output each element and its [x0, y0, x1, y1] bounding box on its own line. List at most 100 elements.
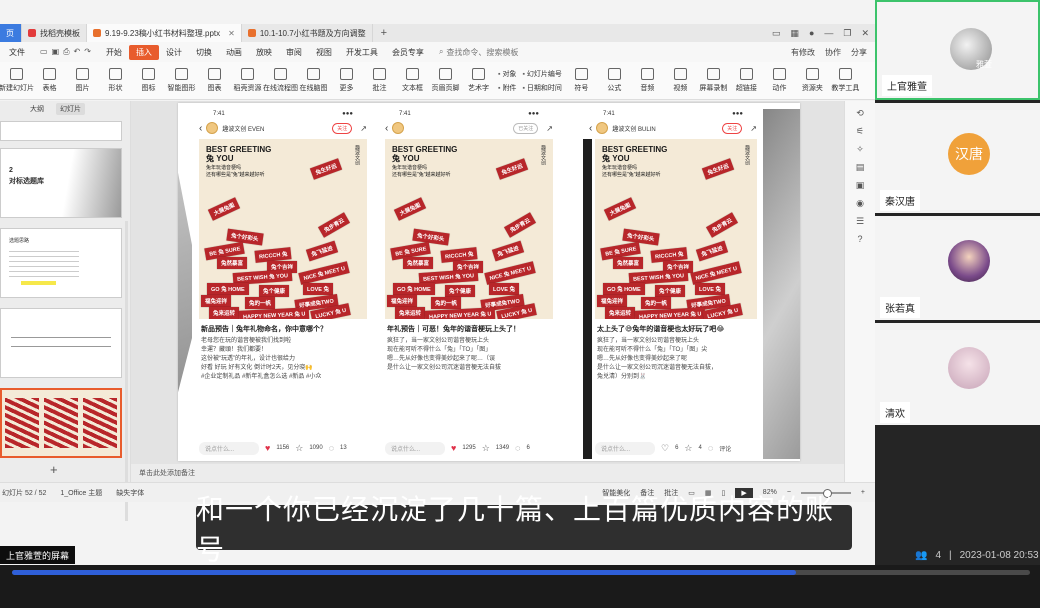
shape-button[interactable]: 形状 — [99, 63, 132, 99]
missing-font[interactable]: 缺失字体 — [116, 488, 144, 498]
comment-icon: ◌ — [515, 443, 521, 453]
docer-resource-button[interactable]: 稻壳资源 — [231, 63, 264, 99]
participant-card[interactable]: 张若真 — [875, 216, 1040, 320]
symbol-icon — [574, 68, 588, 80]
menu-member[interactable]: 会员专享 — [385, 47, 431, 58]
picture-button[interactable]: 图片 — [66, 63, 99, 99]
modified-indicator[interactable]: 有修改 — [791, 47, 815, 58]
location-icon[interactable]: ◉ — [845, 198, 875, 209]
collaborate-button[interactable]: 协作 — [825, 47, 841, 58]
menu-file[interactable]: 文件 — [2, 47, 32, 58]
textbox-button[interactable]: 文本框 — [396, 63, 429, 99]
maximize-icon[interactable]: ❐ — [843, 28, 851, 39]
notes-pane[interactable]: 单击此处添加备注 — [131, 464, 844, 482]
new-slide-button[interactable]: 新建幻灯片 — [0, 63, 34, 99]
audio-icon — [640, 68, 654, 80]
save-icon[interactable]: ▣ — [52, 47, 60, 57]
teaching-tools-button[interactable]: 教学工具 — [829, 63, 862, 99]
post-action-bar: 说点什么... ♥ 1295 ☆ 1349 ◌ 6 — [385, 441, 553, 455]
ribbon-small-group-1: 对象 附件 — [495, 69, 519, 93]
new-tab-button[interactable]: + — [373, 27, 395, 39]
table-button[interactable]: 表格 — [33, 63, 66, 99]
menu-review[interactable]: 审阅 — [279, 47, 309, 58]
adjust-icon[interactable]: ⚟ — [845, 126, 875, 137]
redo-icon[interactable]: ↷ — [84, 47, 91, 57]
meeting-datetime: 2023-01-08 20:53 — [959, 549, 1039, 561]
menu-transition[interactable]: 切换 — [189, 47, 219, 58]
symbol-button[interactable]: 符号 — [565, 63, 598, 99]
menu-view[interactable]: 视图 — [309, 47, 339, 58]
menu-insert[interactable]: 插入 — [128, 44, 159, 60]
help-icon[interactable]: ? — [845, 234, 875, 244]
tab-template[interactable]: 找稻壳模板 — [22, 24, 87, 42]
more-button[interactable]: 更多 — [330, 63, 363, 99]
tab-home[interactable]: 页 — [0, 24, 22, 42]
tab-other-pptx[interactable]: 10.1-10.7小红书题及方向调整 — [242, 24, 373, 42]
icon-button[interactable]: 图标 — [132, 63, 165, 99]
slide-canvas[interactable]: 7:41 ●●● ‹ 趣波文创 EVEN 关注 ↗ BEST GREETING 兔 … — [178, 103, 800, 461]
panel-scrollbar[interactable] — [125, 221, 128, 521]
property-icon[interactable]: ⟲ — [845, 108, 875, 119]
tab-slides[interactable]: 幻灯片 — [56, 103, 85, 115]
participant-card[interactable]: 雅萱 上官雅萱 — [875, 0, 1040, 100]
tab-current-pptx[interactable]: 9.19-9.23稿小红书材料整理.pptx ✕ — [87, 24, 242, 42]
folder-icon — [805, 68, 819, 80]
menu-slideshow[interactable]: 放映 — [249, 47, 279, 58]
share-button[interactable]: 分享 — [851, 47, 867, 58]
style-icon[interactable]: ▤ — [845, 162, 875, 173]
smartart-button[interactable]: 智能图形 — [165, 63, 198, 99]
folder-icon[interactable]: ▭ — [40, 47, 48, 57]
audio-button[interactable]: 音频 — [631, 63, 664, 99]
object-button[interactable]: 对象 — [498, 69, 516, 79]
animation-icon[interactable]: ✧ — [845, 144, 875, 155]
avatar — [392, 122, 405, 134]
undo-icon[interactable]: ↶ — [74, 47, 81, 57]
chart-icon — [208, 68, 221, 80]
avatar[interactable]: ● — [809, 28, 814, 38]
participant-card[interactable]: 清欢 — [875, 323, 1040, 425]
add-slide-button[interactable]: + — [50, 462, 58, 477]
wordart-button[interactable]: 艺术字 — [462, 63, 495, 99]
slide-thumbnail[interactable] — [0, 308, 122, 378]
smartart-icon — [175, 68, 188, 80]
header-footer-button[interactable]: 页眉页脚 — [429, 63, 462, 99]
mindmap-button[interactable]: 在线脑图 — [297, 63, 330, 99]
grid-icon[interactable]: ▦ — [790, 28, 799, 39]
slide-number-button[interactable]: 幻灯片编号 — [522, 69, 562, 79]
command-search[interactable]: ⌕ 查找命令、搜索模板 — [439, 47, 518, 58]
layers-icon[interactable]: ☰ — [845, 216, 875, 227]
picture-tool-icon[interactable]: ▣ — [845, 180, 875, 191]
tab-outline[interactable]: 大纲 — [30, 104, 44, 114]
pptx-icon — [93, 29, 101, 37]
menu-developer[interactable]: 开发工具 — [339, 47, 385, 58]
action-button[interactable]: 动作 — [763, 63, 796, 99]
minimize-icon[interactable]: — — [824, 28, 833, 38]
subtitle-caption: 和一个你已经沉淀了几十篇、上百篇优质内容的账号 — [196, 493, 852, 566]
window-close-icon[interactable]: ✕ — [861, 28, 869, 39]
menu-design[interactable]: 设计 — [159, 47, 189, 58]
datetime-button[interactable]: 日期和时间 — [522, 83, 562, 93]
print-icon[interactable]: ⎙ — [63, 47, 69, 57]
formula-button[interactable]: 公式 — [598, 63, 631, 99]
flowchart-button[interactable]: 在线流程图 — [263, 63, 298, 99]
people-icon[interactable]: 👥 — [915, 550, 927, 561]
close-icon[interactable]: ✕ — [228, 29, 235, 38]
menu-animation[interactable]: 动画 — [219, 47, 249, 58]
slide-thumbnail[interactable]: 选题思路 — [0, 228, 122, 298]
hyperlink-button[interactable]: 超链接 — [730, 63, 763, 99]
video-button[interactable]: 视频 — [664, 63, 697, 99]
zoom-in-icon[interactable]: + — [861, 489, 865, 496]
menu-home[interactable]: 开始 — [99, 47, 129, 58]
slide-thumbnail[interactable] — [0, 121, 122, 141]
comment-button[interactable]: 批注 — [363, 63, 396, 99]
chart-button[interactable]: 图表 — [198, 63, 231, 99]
post-screenshot-1: 7:41 ●●● ‹ 趣波文创 EVEN 关注 ↗ BEST GREETING 兔 … — [193, 109, 373, 459]
slide-thumbnail[interactable]: 2 对标选题库 — [0, 148, 122, 218]
slide-thumbnail-selected[interactable] — [0, 388, 122, 458]
layout-icon[interactable]: ▭ — [772, 28, 781, 39]
screen-record-button[interactable]: 屏幕录制 — [697, 63, 730, 99]
resource-folder-button[interactable]: 资源夹 — [796, 63, 829, 99]
participant-card[interactable]: 汉唐 秦汉唐 — [875, 103, 1040, 213]
attachment-button[interactable]: 附件 — [498, 83, 516, 93]
progress-track[interactable] — [12, 570, 1030, 575]
